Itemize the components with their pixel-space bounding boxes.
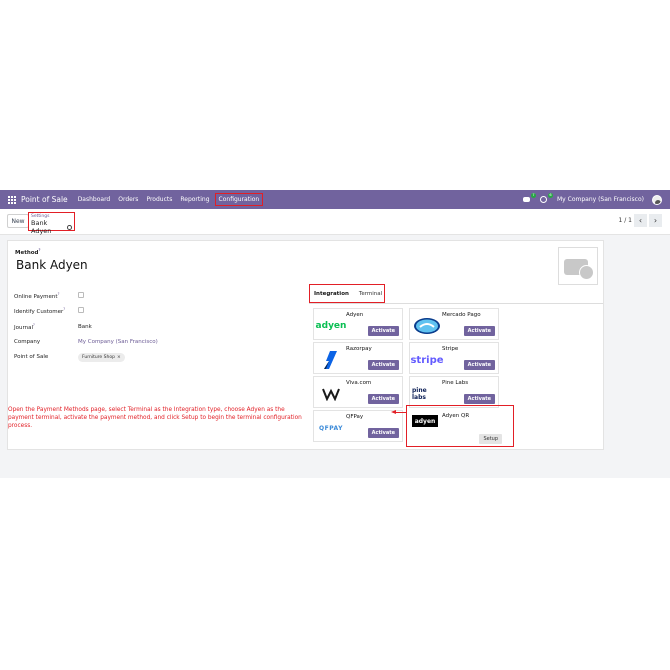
activate-razorpay-button[interactable]: Activate	[367, 360, 399, 370]
pos-tag: Furniture Shop ×	[78, 353, 125, 362]
new-button[interactable]: New	[7, 214, 29, 228]
adyen-logo: adyen	[315, 321, 347, 331]
annotation-arrow	[395, 412, 406, 413]
activate-mercado-pago-button[interactable]: Activate	[463, 326, 495, 336]
provider-name: Viva.com	[346, 380, 372, 386]
breadcrumb: Settings Bank Adyen	[28, 212, 75, 235]
provider-card-pine-labs: pine labs Pine Labs Activate	[409, 376, 499, 408]
camera-add-icon	[564, 255, 594, 280]
chat-badge: 7	[531, 193, 536, 198]
tab-terminal[interactable]: Terminal	[359, 291, 382, 297]
viva-icon	[316, 386, 346, 402]
menu-dashboard[interactable]: Dashboard	[78, 196, 111, 203]
company-label: Company	[14, 339, 41, 345]
online-payment-label: Online Payment?	[14, 292, 60, 300]
activate-adyen-button[interactable]: Activate	[367, 326, 399, 336]
breadcrumb-current: Bank Adyen	[31, 219, 72, 235]
identify-customer-checkbox[interactable]	[78, 307, 84, 313]
provider-card-qfpay: QFPAY QFPay Activate	[313, 410, 403, 442]
provider-card-mercado-pago: Mercado Pago Activate	[409, 308, 499, 340]
tabs-divider	[309, 303, 603, 304]
menu-configuration[interactable]: Configuration	[214, 193, 264, 206]
activate-stripe-button[interactable]: Activate	[463, 360, 495, 370]
company-switcher[interactable]: My Company (San Francisco)	[557, 196, 644, 203]
provider-card-razorpay: Razorpay Activate	[313, 342, 403, 374]
qfpay-logo: QFPAY	[319, 424, 343, 432]
online-payment-checkbox[interactable]	[78, 292, 84, 298]
adyen-qr-highlight	[406, 405, 514, 447]
tab-integration[interactable]: Integration	[314, 291, 349, 297]
identify-customer-label: Identify Customer?	[14, 307, 66, 315]
gear-icon[interactable]	[67, 224, 72, 230]
provider-name: Stripe	[442, 346, 459, 352]
instruction-annotation: Open the Payment Methods page, select Te…	[8, 407, 302, 430]
stripe-logo: stripe	[410, 354, 444, 366]
top-navbar: Point of Sale Dashboard Orders Products …	[0, 190, 670, 209]
journal-field[interactable]: Bank	[78, 324, 92, 330]
menu-reporting[interactable]: Reporting	[180, 196, 209, 203]
menu-products[interactable]: Products	[146, 196, 172, 203]
method-name-field[interactable]: Bank Adyen	[16, 258, 88, 272]
app-name[interactable]: Point of Sale	[21, 195, 68, 204]
control-panel: New Settings Bank Adyen 1 / 1 ‹ ›	[0, 209, 670, 235]
razorpay-icon	[316, 351, 346, 369]
pos-tag-label: Furniture Shop	[82, 355, 115, 360]
pager-next-button[interactable]: ›	[649, 214, 662, 227]
tag-remove-icon[interactable]: ×	[117, 355, 121, 360]
provider-name: Pine Labs	[442, 380, 469, 386]
activity-badge: 6	[548, 193, 553, 198]
annotation-arrowhead	[391, 410, 396, 414]
point-of-sale-label: Point of Sale	[14, 354, 49, 360]
activate-pine-labs-button[interactable]: Activate	[463, 394, 495, 404]
breadcrumb-current-label: Bank Adyen	[31, 219, 52, 235]
provider-card-adyen: adyen Adyen Activate	[313, 308, 403, 340]
pine-labs-logo: pine labs	[412, 387, 427, 401]
pager-value[interactable]: 1 / 1	[619, 217, 632, 224]
activate-qfpay-button[interactable]: Activate	[367, 428, 399, 438]
method-label: Method?	[15, 248, 41, 256]
provider-card-viva: Viva.com Activate	[313, 376, 403, 408]
menu-orders[interactable]: Orders	[118, 196, 138, 203]
provider-name: Adyen	[346, 312, 364, 318]
provider-name: Razorpay	[346, 346, 372, 352]
handshake-icon	[412, 318, 442, 334]
journal-label: Journal?	[14, 323, 35, 331]
provider-name: QFPay	[346, 414, 364, 420]
pager-prev-button[interactable]: ‹	[634, 214, 647, 227]
company-field[interactable]: My Company (San Francisco)	[78, 339, 158, 345]
activity-clock-icon[interactable]: 6	[540, 193, 553, 203]
user-avatar[interactable]	[652, 194, 662, 205]
provider-name: Mercado Pago	[442, 312, 481, 318]
apps-menu-icon[interactable]	[8, 195, 16, 204]
chat-icon[interactable]: 7	[523, 193, 536, 203]
integration-tabs: Integration Terminal	[309, 284, 385, 303]
activate-viva-button[interactable]: Activate	[367, 394, 399, 404]
image-upload[interactable]	[558, 247, 598, 285]
provider-card-stripe: stripe Stripe Activate	[409, 342, 499, 374]
